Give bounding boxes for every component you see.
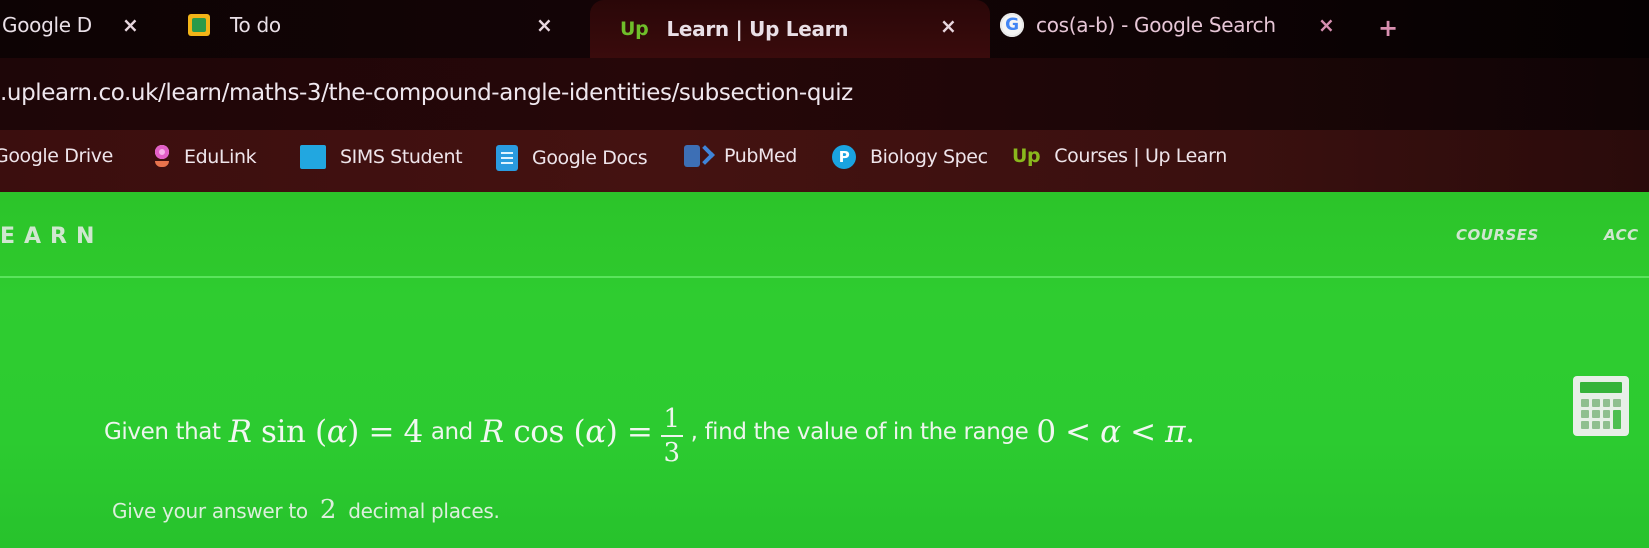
math-arg: α <box>326 414 348 450</box>
math-arg: α <box>585 414 606 450</box>
equation-sin: R sin (α) = 4 <box>228 414 424 450</box>
fraction-denominator: 3 <box>663 438 680 468</box>
url-text[interactable]: .uplearn.co.uk/learn/maths-3/the-compoun… <box>0 80 853 106</box>
bookmark-label: PubMed <box>724 145 797 167</box>
question-joiner: and <box>430 419 473 445</box>
new-tab-button[interactable]: + <box>1378 14 1398 42</box>
equation-cos: R cos (α) = <box>480 414 653 450</box>
bookmark-label: Google Docs <box>532 147 648 169</box>
question-middle: , find the value of in the range <box>690 419 1029 445</box>
math-coef: R <box>228 414 252 450</box>
tab-title: To do <box>230 13 281 37</box>
bookmarks-bar: Google Drive EduLink SIMS Student Google… <box>0 130 1649 192</box>
bookmark-google-docs[interactable]: Google Docs <box>496 145 648 171</box>
tab-google-drive[interactable]: Google D × <box>0 0 170 50</box>
up-learn-icon: Up <box>1012 145 1041 167</box>
fraction: 1 3 <box>660 404 683 468</box>
google-classroom-icon <box>188 14 210 36</box>
close-icon[interactable]: × <box>122 13 139 37</box>
tab-title: Google D <box>2 13 92 37</box>
range-end: . <box>1185 414 1195 450</box>
close-icon[interactable]: × <box>1318 13 1335 37</box>
tab-google-search[interactable]: G cos(a-b) - Google Search × <box>1000 0 1370 50</box>
calculator-keys <box>1581 399 1621 429</box>
google-docs-icon <box>496 145 518 171</box>
instruction-before: Give your answer to <box>112 499 308 523</box>
sims-icon <box>300 145 326 169</box>
nav-courses[interactable]: COURSES <box>1456 226 1539 244</box>
bookmark-sims-student[interactable]: SIMS Student <box>300 145 463 169</box>
question-text: Given that R sin (α) = 4 and R cos (α) =… <box>104 402 1195 466</box>
bookmark-google-drive[interactable]: Google Drive <box>0 145 113 167</box>
site-header: EARN COURSES ACC <box>0 192 1649 278</box>
math-coef: R <box>480 414 504 450</box>
tab-to-do[interactable]: To do × <box>188 0 578 50</box>
address-bar[interactable]: .uplearn.co.uk/learn/maths-3/the-compoun… <box>0 58 1649 130</box>
close-icon[interactable]: × <box>536 13 553 37</box>
nav-account[interactable]: ACC <box>1604 226 1639 244</box>
bookmark-label: EduLink <box>184 146 257 168</box>
math-func: sin <box>261 414 306 450</box>
pearson-icon: P <box>832 145 856 169</box>
tab-up-learn[interactable]: Up Learn | Up Learn × <box>590 0 990 58</box>
bookmark-label: Courses | Up Learn <box>1054 145 1227 167</box>
pubmed-icon <box>684 145 710 167</box>
range-expression: 0 < α < π. <box>1036 414 1195 450</box>
site-logo[interactable]: EARN <box>0 224 103 249</box>
bookmark-label: Biology Spec <box>870 146 988 168</box>
range-low: 0 <box>1036 414 1056 450</box>
math-func: cos <box>513 414 565 450</box>
close-icon[interactable]: × <box>940 14 957 38</box>
range-high: π <box>1165 414 1186 450</box>
google-icon: G <box>1000 13 1024 37</box>
bookmark-label: Google Drive <box>0 145 113 167</box>
tab-strip: Google D × To do × Up Learn | Up Learn ×… <box>0 0 1649 58</box>
bookmark-pubmed[interactable]: PubMed <box>684 145 797 167</box>
page-content: EARN COURSES ACC Given that R sin (α) = … <box>0 192 1649 548</box>
instruction-after: decimal places. <box>348 499 500 523</box>
calculator-screen <box>1580 382 1622 393</box>
bookmark-edulink[interactable]: EduLink <box>154 145 257 169</box>
calculator-icon[interactable] <box>1573 376 1629 436</box>
math-rhs: 4 <box>403 414 423 450</box>
bookmark-biology-spec[interactable]: P Biology Spec <box>832 145 988 169</box>
question-prefix: Given that <box>104 419 221 445</box>
answer-instruction: Give your answer to 2 decimal places. <box>112 495 500 525</box>
bookmark-courses-up-learn[interactable]: Up Courses | Up Learn <box>1012 145 1227 167</box>
bookmark-label: SIMS Student <box>340 146 463 168</box>
edulink-icon <box>154 145 170 169</box>
range-var: α <box>1100 414 1121 450</box>
decimal-places-number: 2 <box>319 495 337 525</box>
tab-title: Learn | Up Learn <box>666 17 849 41</box>
up-learn-icon: Up <box>620 18 649 40</box>
fraction-numerator: 1 <box>663 404 680 434</box>
tab-title: cos(a-b) - Google Search <box>1036 13 1276 37</box>
